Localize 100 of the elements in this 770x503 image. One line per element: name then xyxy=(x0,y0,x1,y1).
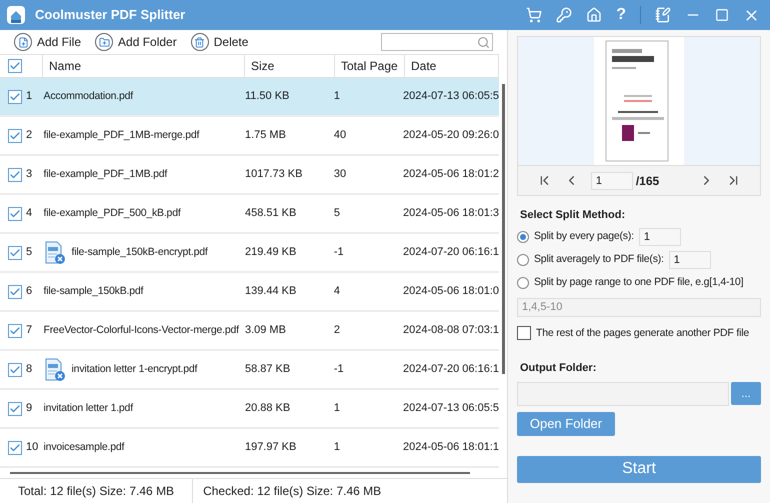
radio-button[interactable] xyxy=(517,231,529,243)
split-method-heading: Select Split Method: xyxy=(520,208,626,223)
radio-button[interactable] xyxy=(517,277,529,289)
page-count: 1 xyxy=(332,401,341,416)
file-size: 197.97 KB xyxy=(244,440,298,456)
row-checkbox[interactable] xyxy=(8,128,22,142)
select-all-checkbox[interactable] xyxy=(8,59,22,73)
output-folder-heading: Output Folder: xyxy=(520,361,598,376)
file-name: file-sample_150kB.pdf xyxy=(44,284,144,299)
add-folder-icon xyxy=(95,33,114,51)
locked-pdf-icon xyxy=(44,358,66,382)
rest-pages-label: The rest of the pages generate another PDF file xyxy=(536,326,749,340)
file-name: invitation letter 1.pdf xyxy=(44,400,133,416)
checked-status: Checked: 12 file(s) Size: 7.46 MB xyxy=(202,483,382,500)
file-date: 2024-08-08 07:03:1 xyxy=(402,323,499,338)
column-header[interactable]: Date xyxy=(405,55,499,77)
file-date: 2024-07-13 06:05:5 xyxy=(402,401,499,416)
vertical-scrollbar[interactable] xyxy=(502,84,504,374)
row-number: 5 xyxy=(26,245,32,260)
file-name: Accommodation.pdf xyxy=(44,88,133,104)
column-header[interactable]: Total Page xyxy=(335,55,405,77)
file-size: 458.51 KB xyxy=(244,206,298,222)
search-field[interactable] xyxy=(381,33,493,51)
row-number: 8 xyxy=(26,362,32,378)
maximize-icon[interactable] xyxy=(715,8,729,22)
file-size: 58.87 KB xyxy=(244,362,292,378)
file-date: 2024-05-20 09:26:0 xyxy=(402,128,499,144)
radio-button[interactable] xyxy=(517,254,529,266)
page-range-field[interactable]: 1,4,5-10 xyxy=(517,298,761,316)
file-name: FreeVector-Colorful-Icons-Vector-merge.pdf xyxy=(44,322,239,338)
cart-icon[interactable] xyxy=(526,7,542,23)
file-date: 2024-05-06 18:01:1 xyxy=(402,440,499,456)
file-date: 2024-05-06 18:01:3 xyxy=(402,206,499,222)
row-number: 10 xyxy=(26,440,38,456)
total-status: Total: 12 file(s) Size: 7.46 MB xyxy=(0,479,194,503)
page-count: -1 xyxy=(332,362,345,378)
trash-icon xyxy=(190,33,209,51)
split-option-label: Split by page range to one PDF file, e.g[1,4-10] xyxy=(534,275,744,290)
row-checkbox[interactable] xyxy=(8,246,22,260)
row-checkbox[interactable] xyxy=(8,284,22,298)
file-date: 2024-07-13 06:05:5 xyxy=(402,89,499,104)
add-file-icon xyxy=(14,33,32,51)
row-number: 2 xyxy=(26,128,32,144)
window-title: Coolmuster PDF Splitter xyxy=(35,6,186,24)
row-number: 9 xyxy=(26,401,32,416)
page-count: 1 xyxy=(332,89,341,104)
page-count: 1 xyxy=(332,440,341,456)
row-checkbox[interactable] xyxy=(8,206,22,220)
page-count: 4 xyxy=(332,284,341,300)
file-date: 2024-05-06 18:01:0 xyxy=(402,284,499,300)
output-folder-field[interactable] xyxy=(517,382,729,406)
file-size: 139.44 KB xyxy=(244,284,298,300)
add-file-button[interactable]: Add File xyxy=(14,33,82,51)
split-count-field[interactable]: 1 xyxy=(668,251,711,269)
row-number: 6 xyxy=(26,284,32,300)
split-count-field[interactable]: 1 xyxy=(638,228,681,246)
horizontal-scrollbar[interactable] xyxy=(10,472,470,474)
file-name: file-example_PDF_500_kB.pdf xyxy=(44,206,181,221)
page-number-field[interactable]: 1 xyxy=(590,172,633,190)
key-icon[interactable] xyxy=(556,7,572,23)
row-checkbox[interactable] xyxy=(8,402,22,416)
file-name: file-sample_150kB-encrypt.pdf xyxy=(72,244,208,260)
file-size: 20.88 KB xyxy=(244,401,292,416)
row-number: 1 xyxy=(26,89,32,104)
page-count: 2 xyxy=(332,323,341,338)
row-checkbox[interactable] xyxy=(8,362,22,376)
row-checkbox[interactable] xyxy=(8,168,22,182)
file-date: 2024-05-06 18:01:2 xyxy=(402,167,499,182)
row-checkbox[interactable] xyxy=(8,90,22,104)
file-name: file-example_PDF_1MB-merge.pdf xyxy=(44,128,200,143)
column-header[interactable]: Name xyxy=(43,55,245,77)
file-name: invoicesample.pdf xyxy=(44,440,124,455)
row-checkbox[interactable] xyxy=(8,324,22,338)
file-date: 2024-07-20 06:16:1 xyxy=(402,245,499,260)
file-size: 1017.73 KB xyxy=(244,167,304,182)
page-count: 5 xyxy=(332,206,341,222)
delete-button[interactable]: Delete xyxy=(190,33,248,51)
page-count: 40 xyxy=(332,128,348,144)
page-count: -1 xyxy=(332,245,345,260)
home-icon[interactable] xyxy=(586,7,602,23)
feedback-icon[interactable] xyxy=(655,7,671,23)
file-name: invitation letter 1-encrypt.pdf xyxy=(72,362,198,377)
locked-pdf-icon xyxy=(44,240,66,264)
split-option-label: Split by every page(s): xyxy=(534,229,634,244)
row-number: 7 xyxy=(26,323,32,338)
file-row[interactable]: 1 Accommodation.pdf 11.50 KB 1 2024-07-13 06:05:5 xyxy=(0,78,499,117)
file-size: 3.09 MB xyxy=(244,323,287,338)
file-size: 1.75 MB xyxy=(244,128,287,144)
file-date: 2024-07-20 06:16:1 xyxy=(402,362,499,378)
rest-pages-checkbox[interactable] xyxy=(517,326,531,340)
page-count: 30 xyxy=(332,167,348,182)
file-size: 219.49 KB xyxy=(244,245,298,260)
file-size: 11.50 KB xyxy=(244,89,290,104)
row-checkbox[interactable] xyxy=(8,440,22,454)
column-header[interactable]: Size xyxy=(245,55,335,77)
split-option-label: Split averagely to PDF file(s): xyxy=(534,252,664,268)
row-number: 4 xyxy=(26,206,32,222)
file-name: file-example_PDF_1MB.pdf xyxy=(44,166,168,182)
search-icon[interactable] xyxy=(477,36,490,48)
add-folder-button[interactable]: Add Folder xyxy=(95,33,177,51)
